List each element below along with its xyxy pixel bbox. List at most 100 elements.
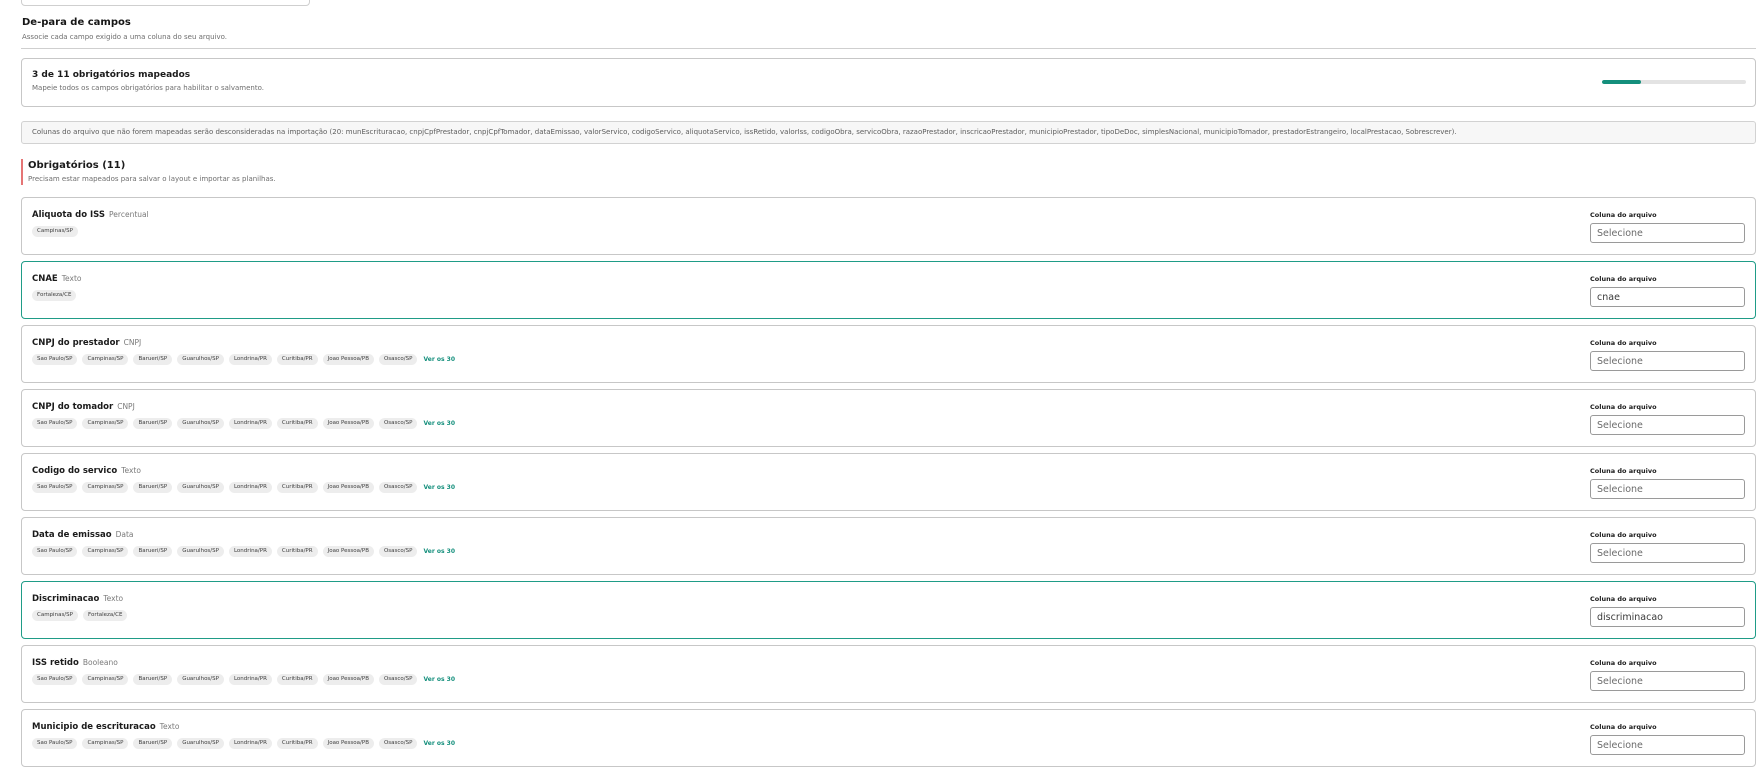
see-all-cities-link[interactable]: Ver os 30 [423, 548, 455, 555]
see-all-cities-link[interactable]: Ver os 30 [423, 676, 455, 683]
city-tag: Osasco/SP [378, 482, 418, 493]
file-column-select[interactable]: Selecione [1590, 351, 1745, 371]
section-subtitle: Associe cada campo exigido a uma coluna … [22, 33, 228, 41]
city-tag: Osasco/SP [378, 674, 418, 685]
city-tag: Curitiba/PR [276, 418, 318, 429]
city-tag: Guarulhos/SP [177, 482, 224, 493]
progress-bar [1602, 80, 1746, 84]
field-type-label: CNPJ [117, 402, 135, 411]
field-type-label: Data [115, 530, 134, 539]
field-card: Data de emissao Data Sao Paulo/SP Campinas/… [21, 517, 1756, 575]
city-tags: Campinas/SP [32, 226, 78, 237]
see-all-cities-link[interactable]: Ver os 30 [423, 484, 455, 491]
file-column-label: Coluna do arquivo [1590, 467, 1657, 475]
file-column-select[interactable]: discriminacao [1590, 607, 1745, 627]
file-column-label: Coluna do arquivo [1590, 595, 1657, 603]
field-type-label: Texto [121, 466, 141, 475]
field-card: Codigo do servico Texto Sao Paulo/SP Campin… [21, 453, 1756, 511]
file-column-select[interactable]: Selecione [1590, 223, 1745, 243]
field-card: CNAE Texto Fortaleza/CE Coluna do arquivo cn… [21, 261, 1756, 319]
field-type-label: Texto [103, 594, 124, 603]
field-name-label: Codigo do servico [32, 466, 118, 476]
field-card: ISS retido Booleano Sao Paulo/SP Campinas/S… [21, 645, 1756, 703]
field-name-label: CNAE [32, 274, 58, 284]
notice-text: Colunas do arquivo que não forem mapeada… [32, 128, 1457, 136]
city-tags: Sao Paulo/SP Campinas/SP Barueri/SP Guarulh… [32, 354, 455, 365]
file-column-label: Coluna do arquivo [1590, 531, 1657, 539]
field-name: CNPJ do prestador CNPJ [32, 338, 141, 348]
progress-title: 3 de 11 obrigatórios mapeados [32, 70, 191, 80]
required-section-title: Obrigatórios (11) [28, 160, 126, 171]
city-tag: Campinas/SP [82, 674, 129, 685]
city-tag: Osasco/SP [378, 418, 418, 429]
city-tag: Curitiba/PR [276, 546, 318, 557]
field-type-label: CNPJ [123, 338, 142, 347]
section-title: De-para de campos [22, 17, 131, 28]
progress-subtitle: Mapeie todos os campos obrigatórios para… [32, 84, 264, 92]
field-card: Discriminacao Texto Campinas/SP Fortaleza/C… [21, 581, 1756, 639]
unmapped-columns-notice: Colunas do arquivo que não forem mapeada… [21, 121, 1756, 144]
file-column-select[interactable]: Selecione [1590, 735, 1745, 755]
city-tag: Campinas/SP [82, 482, 129, 493]
field-name-label: ISS retido [32, 658, 79, 668]
field-name: CNAE Texto [32, 274, 82, 284]
city-tag: Londrina/PR [228, 546, 272, 557]
file-column-label: Coluna do arquivo [1590, 659, 1657, 667]
city-tag: Sao Paulo/SP [32, 546, 78, 557]
field-card: Aliquota do ISS Percentual Campinas/SP Colu… [21, 197, 1756, 255]
field-type-label: Booleano [82, 658, 118, 667]
file-column-select[interactable]: Selecione [1590, 479, 1745, 499]
city-tag: Joao Pessoa/PB [322, 674, 374, 685]
city-tag: Barueri/SP [133, 546, 173, 557]
city-tag: Joao Pessoa/PB [322, 482, 374, 493]
section-divider [21, 48, 1756, 49]
city-tag: Guarulhos/SP [177, 546, 224, 557]
file-column-select[interactable]: Selecione [1590, 415, 1745, 435]
see-all-cities-link[interactable]: Ver os 30 [423, 356, 455, 363]
city-tag: Joao Pessoa/PB [322, 418, 374, 429]
city-tag: Barueri/SP [133, 354, 173, 365]
see-all-cities-link[interactable]: Ver os 30 [423, 420, 455, 427]
city-tag: Campinas/SP [82, 354, 129, 365]
field-card: Municipio de escrituracao Texto Sao Paulo/… [21, 709, 1756, 767]
city-tags: Sao Paulo/SP Campinas/SP Barueri/SP Guarulh… [32, 546, 455, 557]
field-name: Discriminacao Texto [32, 594, 123, 604]
field-name-label: Municipio de escrituracao [32, 722, 156, 732]
mapping-progress-card: 3 de 11 obrigatórios mapeados Mapeie tod… [21, 58, 1756, 107]
field-name-label: CNPJ do prestador [32, 338, 120, 348]
field-card: CNPJ do prestador CNPJ Sao Paulo/SP Campina… [21, 325, 1756, 383]
see-all-cities-link[interactable]: Ver os 30 [423, 740, 455, 747]
field-name: ISS retido Booleano [32, 658, 118, 668]
file-column-select[interactable]: Selecione [1590, 543, 1745, 563]
file-column-select[interactable]: Selecione [1590, 671, 1745, 691]
field-card: CNPJ do tomador CNPJ Sao Paulo/SP Campinas/… [21, 389, 1756, 447]
file-column-label: Coluna do arquivo [1590, 211, 1657, 219]
file-column-label: Coluna do arquivo [1590, 339, 1657, 347]
field-type-label: Texto [159, 722, 180, 731]
previous-field-input[interactable] [21, 0, 310, 6]
progress-bar-fill [1602, 80, 1641, 84]
city-tag: Curitiba/PR [276, 674, 318, 685]
city-tags: Campinas/SP Fortaleza/CE [32, 610, 128, 621]
city-tag: Osasco/SP [378, 546, 418, 557]
city-tag: Guarulhos/SP [177, 674, 224, 685]
file-column-select[interactable]: cnae [1590, 287, 1745, 307]
city-tag: Campinas/SP [82, 546, 129, 557]
field-name-label: Discriminacao [32, 594, 100, 604]
city-tag: Curitiba/PR [276, 354, 318, 365]
city-tag: Campinas/SP [82, 418, 129, 429]
field-name-label: Aliquota do ISS [32, 210, 106, 220]
field-name: Data de emissao Data [32, 530, 134, 540]
city-tag: Londrina/PR [228, 418, 272, 429]
city-tag: Sao Paulo/SP [32, 354, 78, 365]
city-tag: Barueri/SP [133, 674, 173, 685]
city-tag: Guarulhos/SP [177, 354, 224, 365]
city-tag: Londrina/PR [228, 482, 272, 493]
required-accent-bar [21, 159, 23, 185]
city-tag: Guarulhos/SP [177, 418, 224, 429]
file-column-label: Coluna do arquivo [1590, 403, 1657, 411]
city-tag: Osasco/SP [378, 354, 418, 365]
required-section-subtitle: Precisam estar mapeados para salvar o la… [28, 175, 276, 183]
city-tag: Sao Paulo/SP [32, 674, 78, 685]
city-tag: Londrina/PR [228, 354, 272, 365]
